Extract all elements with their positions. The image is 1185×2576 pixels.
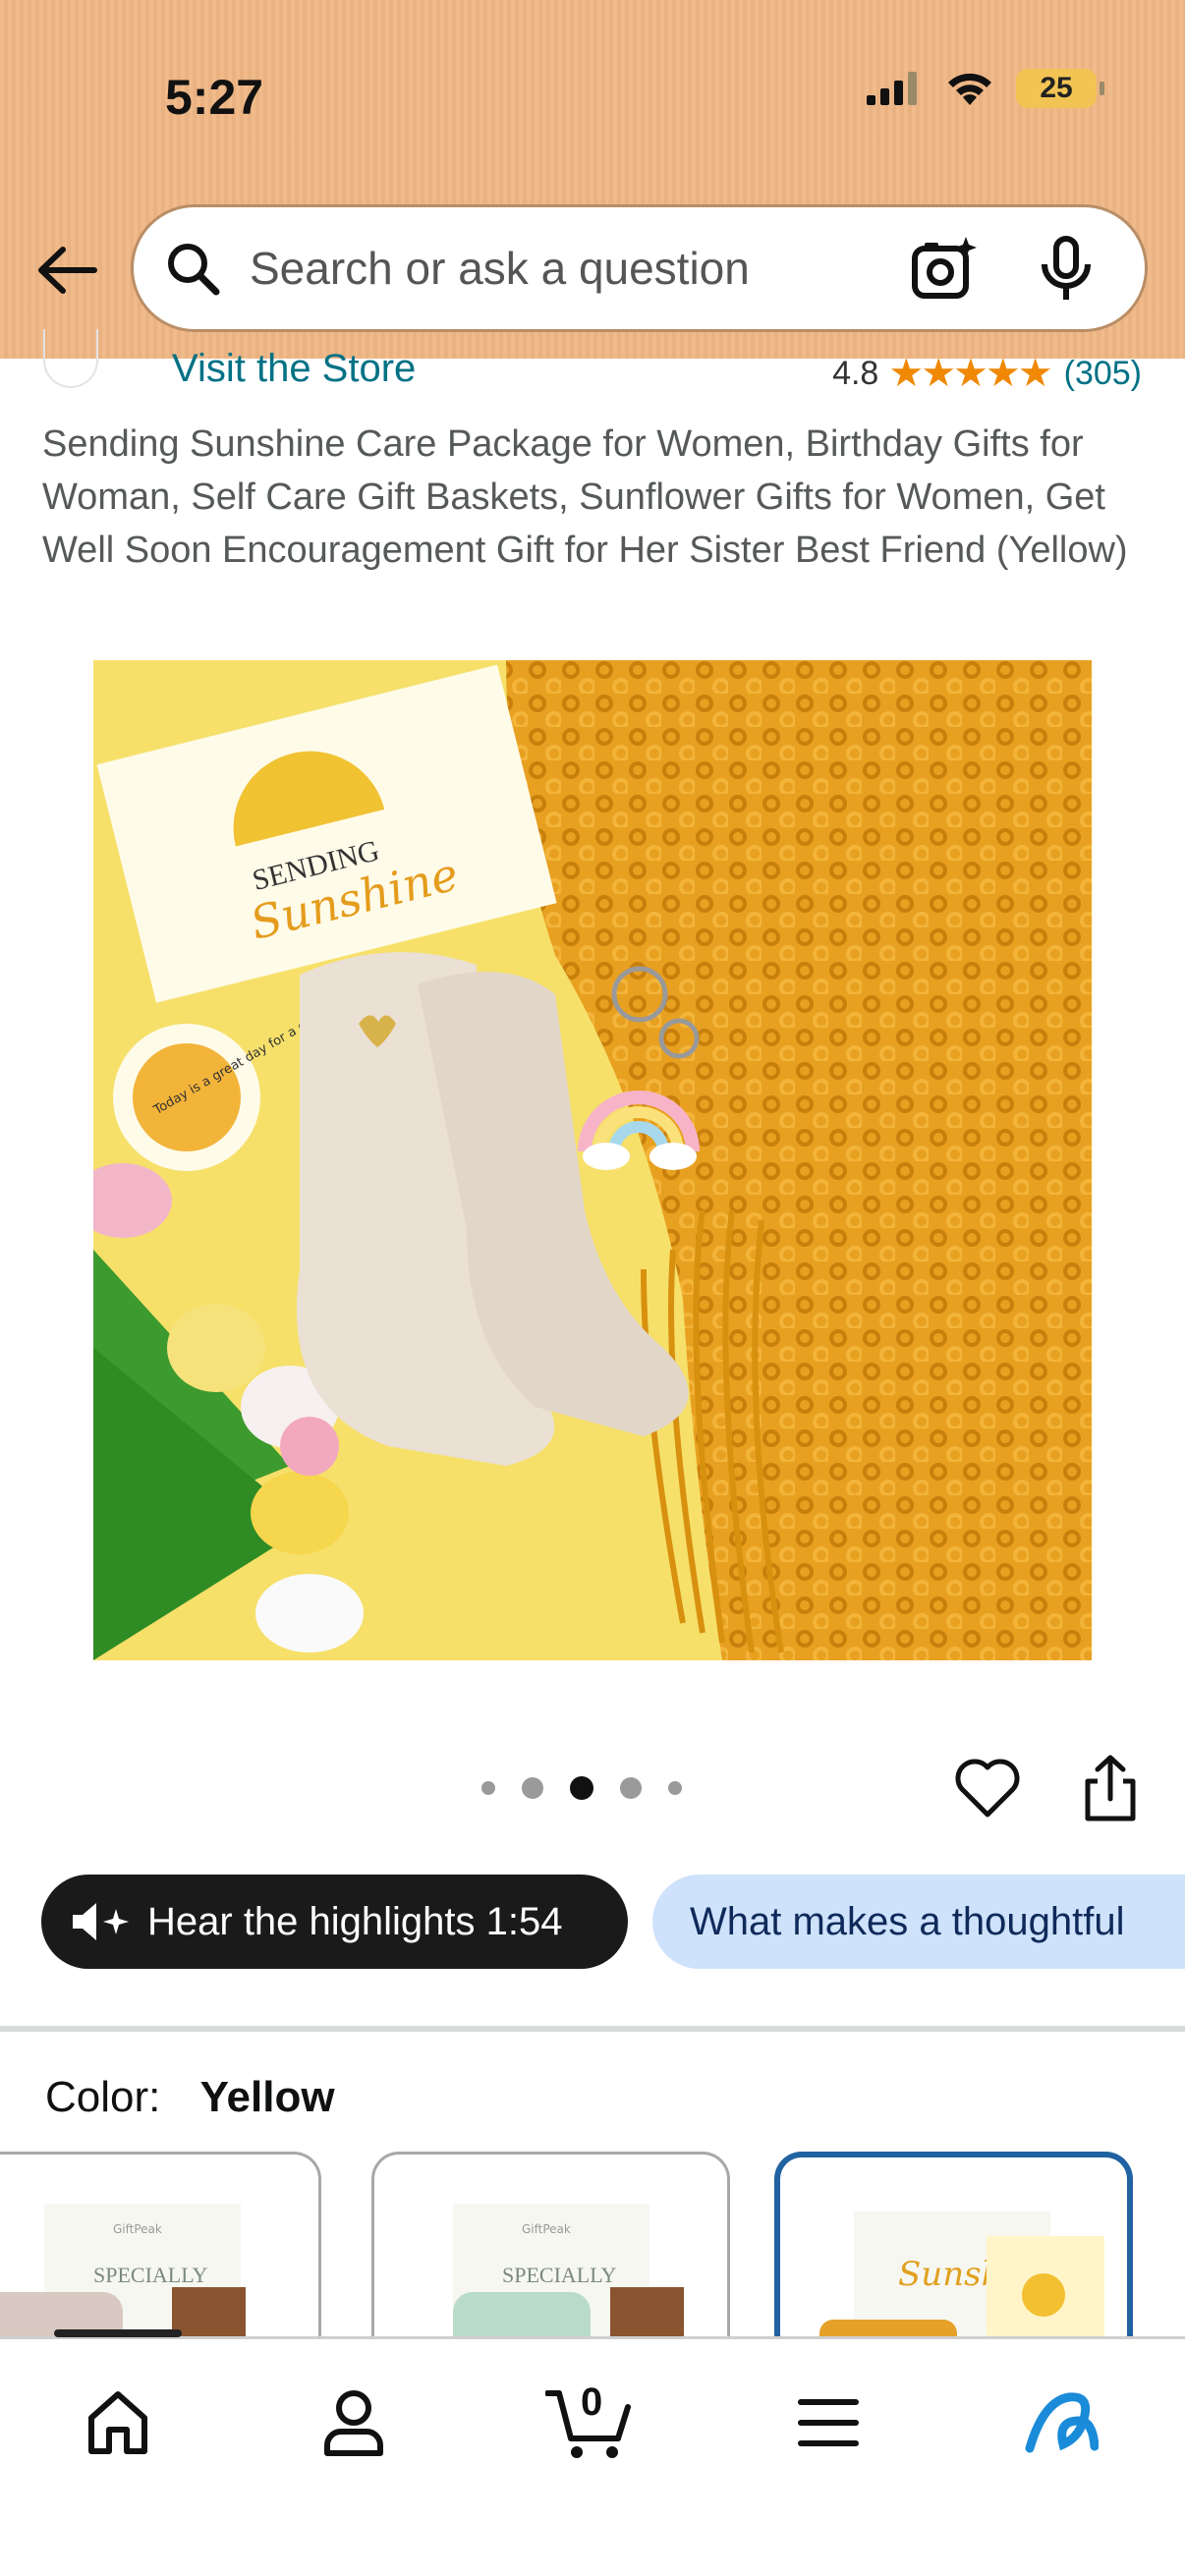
product-photo: SENDING Sunshine Today is a great day fo… — [93, 660, 1092, 1660]
swatch-yellow-selected[interactable]: Sunshi — [774, 2152, 1133, 2368]
status-icons: 25 — [867, 69, 1104, 108]
cart-count: 0 — [581, 2380, 603, 2424]
signal-icon — [867, 72, 917, 105]
back-button[interactable] — [29, 236, 103, 305]
home-icon — [88, 2391, 147, 2454]
wifi-icon — [948, 73, 991, 105]
microphone-icon[interactable] — [1037, 235, 1096, 302]
swatch-green[interactable]: GiftPeak SPECIALLY — [371, 2152, 730, 2368]
swatch-brand: GiftPeak — [113, 2222, 162, 2236]
product-title: Sending Sunshine Care Package for Women,… — [42, 423, 1128, 571]
account-icon — [324, 2390, 383, 2456]
search-icon — [168, 244, 220, 296]
camera-icon[interactable] — [911, 235, 978, 302]
nav-account[interactable] — [310, 2379, 398, 2467]
rating-value: 4.8 — [832, 354, 879, 392]
active-tab-indicator — [54, 2329, 182, 2337]
battery-icon: 25 — [1016, 69, 1104, 108]
nav-home[interactable] — [74, 2379, 162, 2467]
swatch-text: SPECIALLY — [502, 2263, 616, 2287]
search-input[interactable] — [250, 242, 891, 295]
battery-level: 25 — [1040, 72, 1073, 104]
rating[interactable]: 4.8 ★★★★★ (305) — [832, 351, 1142, 396]
nav-cart[interactable]: 0 — [545, 2379, 634, 2467]
search-bar[interactable] — [131, 204, 1148, 332]
pager-dot-active[interactable] — [570, 1776, 593, 1800]
image-pager[interactable] — [481, 1776, 682, 1800]
swatch-brand: GiftPeak — [522, 2222, 571, 2236]
rating-count[interactable]: (305) — [1064, 355, 1142, 393]
pager-dot[interactable] — [522, 1777, 543, 1799]
question-chip[interactable]: What makes a thoughtful — [652, 1875, 1185, 1969]
nav-menu[interactable] — [784, 2379, 873, 2467]
product-image[interactable]: SENDING Sunshine Today is a great day fo… — [93, 660, 1092, 1660]
visit-store-link[interactable]: Visit the Store — [172, 347, 416, 391]
pager-dot[interactable] — [620, 1777, 642, 1799]
pager-dot[interactable] — [668, 1781, 682, 1795]
rufus-icon — [1025, 2392, 1099, 2453]
nav-rufus[interactable] — [1017, 2379, 1105, 2467]
heart-icon[interactable] — [953, 1754, 1022, 1822]
color-value: Yellow — [199, 2073, 335, 2121]
star-rating-icon: ★★★★★ — [888, 352, 1052, 395]
status-time: 5:27 — [165, 70, 264, 125]
store-avatar[interactable] — [43, 329, 98, 388]
menu-icon — [798, 2399, 859, 2446]
hear-highlights-button[interactable]: Hear the highlights 1:54 — [41, 1875, 628, 1969]
store-row: Visit the Store 4.8 ★★★★★ (305) — [0, 329, 1185, 406]
back-arrow-icon — [37, 247, 97, 294]
speaker-sparkle-icon — [73, 1903, 129, 1940]
bottom-nav: 0 — [0, 2329, 1185, 2576]
hear-highlights-label: Hear the highlights 1:54 — [147, 1899, 563, 1943]
section-divider — [0, 2026, 1185, 2032]
color-label: Color: — [45, 2073, 161, 2121]
header: 5:27 25 — [0, 0, 1185, 359]
question-chip-label: What makes a thoughtful — [690, 1899, 1125, 1943]
share-icon[interactable] — [1076, 1754, 1145, 1822]
swatch-text: SPECIALLY — [93, 2263, 207, 2287]
color-selector: Color: Yellow — [45, 2073, 335, 2122]
pager-dot[interactable] — [481, 1781, 495, 1795]
